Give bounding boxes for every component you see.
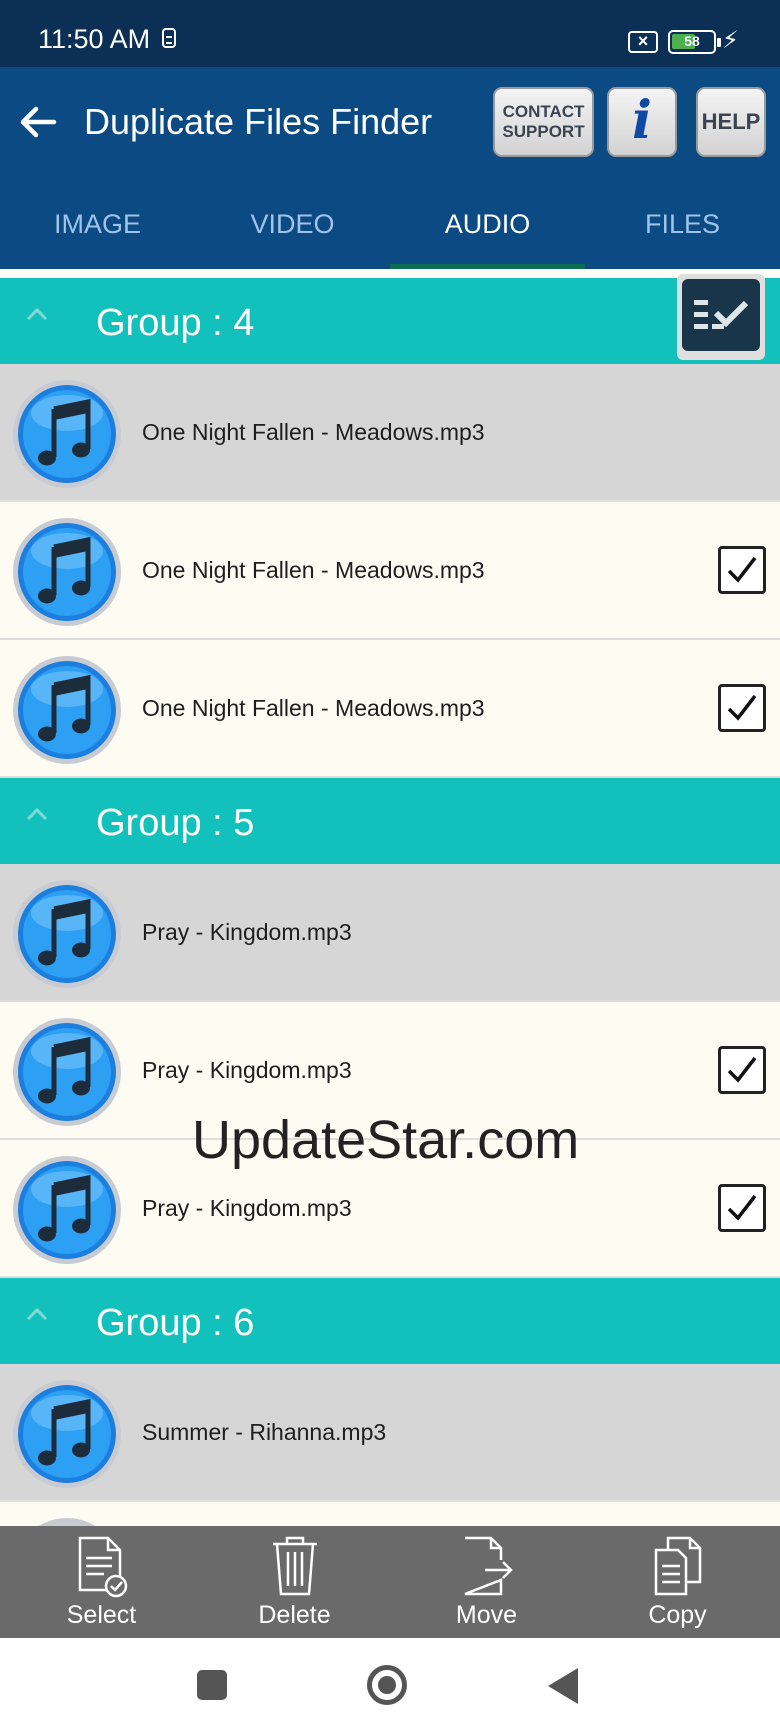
group-header[interactable]: Group : 4 [0, 274, 780, 364]
delete-button[interactable]: Delete [197, 1526, 392, 1638]
info-icon: i [632, 90, 652, 151]
file-name: Summer - Rihanna.mp3 [142, 1419, 387, 1445]
help-button[interactable]: HELP [696, 87, 766, 157]
tab-image[interactable]: IMAGE [0, 179, 195, 269]
info-button[interactable]: i [607, 87, 677, 157]
status-time: 11:50 AM [38, 24, 151, 54]
file-row-duplicate[interactable]: Pray - Kingdom.mp3 [0, 1140, 780, 1278]
file-row-duplicate[interactable]: One Night Fallen - Meadows.mp3 [0, 640, 780, 778]
group-label: Group : 6 [96, 1302, 255, 1344]
action-toolbar: Select Delete Move Copy [0, 1526, 780, 1638]
group-label: Group : 4 [96, 302, 255, 344]
checkmark-icon [727, 1194, 757, 1221]
page-title: Duplicate Files Finder [84, 101, 433, 142]
file-row-original[interactable]: One Night Fallen - Meadows.mp3 [0, 364, 780, 502]
chevron-up-icon[interactable] [22, 800, 52, 830]
system-navigation-bar [0, 1638, 780, 1733]
trash-icon [273, 1536, 317, 1596]
file-name: One Night Fallen - Meadows.mp3 [142, 557, 485, 583]
move-document-icon [464, 1536, 513, 1596]
music-note-icon [13, 518, 121, 626]
tab-audio[interactable]: AUDIO [390, 179, 585, 269]
copy-documents-icon [654, 1536, 702, 1596]
file-name: Pray - Kingdom.mp3 [142, 1057, 352, 1083]
file-checkbox[interactable] [718, 1184, 766, 1232]
music-note-icon [13, 1380, 121, 1488]
group-header[interactable]: Group : 5 [0, 778, 780, 864]
contact-support-label-line2: SUPPORT [502, 122, 585, 141]
copy-label: Copy [648, 1601, 707, 1629]
checklist-icon [682, 279, 760, 351]
battery-percent: 58 [684, 33, 700, 49]
file-checkbox[interactable] [718, 1046, 766, 1094]
file-row-duplicate[interactable]: One Night Fallen - Meadows.mp3 [0, 502, 780, 640]
file-row-original[interactable]: Summer - Rihanna.mp3 [0, 1364, 780, 1502]
file-name: One Night Fallen - Meadows.mp3 [142, 695, 485, 721]
tab-video[interactable]: VIDEO [195, 179, 390, 269]
move-label: Move [455, 1601, 518, 1629]
file-row-duplicate[interactable]: Pray - Kingdom.mp3 [0, 1002, 780, 1140]
system-back-button[interactable] [548, 1668, 578, 1704]
copy-button[interactable]: Copy [580, 1526, 775, 1638]
checkmark-icon [727, 1056, 757, 1083]
file-name: Pray - Kingdom.mp3 [142, 1195, 352, 1221]
music-note-icon [38, 1518, 96, 1526]
music-note-icon [13, 1156, 121, 1264]
group-header[interactable]: Group : 6 [0, 1278, 780, 1364]
checkmark-icon [727, 694, 757, 721]
select-label: Select [66, 1601, 137, 1629]
file-name: One Night Fallen - Meadows.mp3 [142, 419, 485, 445]
select-document-icon [78, 1536, 128, 1598]
music-note-icon [13, 656, 121, 764]
back-arrow-icon[interactable] [14, 97, 64, 147]
file-name: Pray - Kingdom.mp3 [142, 919, 352, 945]
music-note-icon [13, 1018, 121, 1126]
battery-icon: 58 [668, 30, 721, 54]
tab-bar: IMAGE VIDEO AUDIO FILES [0, 179, 780, 271]
move-button[interactable]: Move [389, 1526, 584, 1638]
chevron-up-icon[interactable] [22, 1300, 52, 1330]
music-note-icon [13, 880, 121, 988]
active-tab-indicator [390, 264, 585, 269]
file-checkbox[interactable] [718, 684, 766, 732]
duplicate-file-list[interactable]: Group : 4 One Night Fallen - Meadows.mp3… [0, 273, 780, 1526]
recents-button[interactable] [197, 1670, 227, 1700]
contact-support-label-line1: CONTACT [502, 102, 585, 121]
file-row-duplicate[interactable] [0, 1502, 780, 1526]
home-button[interactable] [367, 1665, 407, 1705]
contact-support-button[interactable]: CONTACT SUPPORT [493, 87, 594, 157]
no-sim-icon: × [628, 31, 658, 53]
app-bar: Duplicate Files Finder CONTACT SUPPORT i… [0, 67, 780, 179]
group-label: Group : 5 [96, 802, 255, 844]
file-row-original[interactable]: Pray - Kingdom.mp3 [0, 864, 780, 1002]
tab-files[interactable]: FILES [585, 179, 780, 269]
status-bar: 11:50 AM × 58 ⚡︎ [0, 0, 780, 67]
chevron-up-icon[interactable] [22, 300, 52, 330]
checkmark-icon [727, 556, 757, 583]
delete-label: Delete [258, 1601, 331, 1629]
charging-icon: ⚡︎ [722, 27, 739, 54]
file-checkbox[interactable] [718, 546, 766, 594]
select-button[interactable]: Select [4, 1526, 199, 1638]
sim-icon [162, 28, 176, 48]
music-note-icon [13, 380, 121, 488]
select-all-button[interactable] [677, 274, 765, 360]
